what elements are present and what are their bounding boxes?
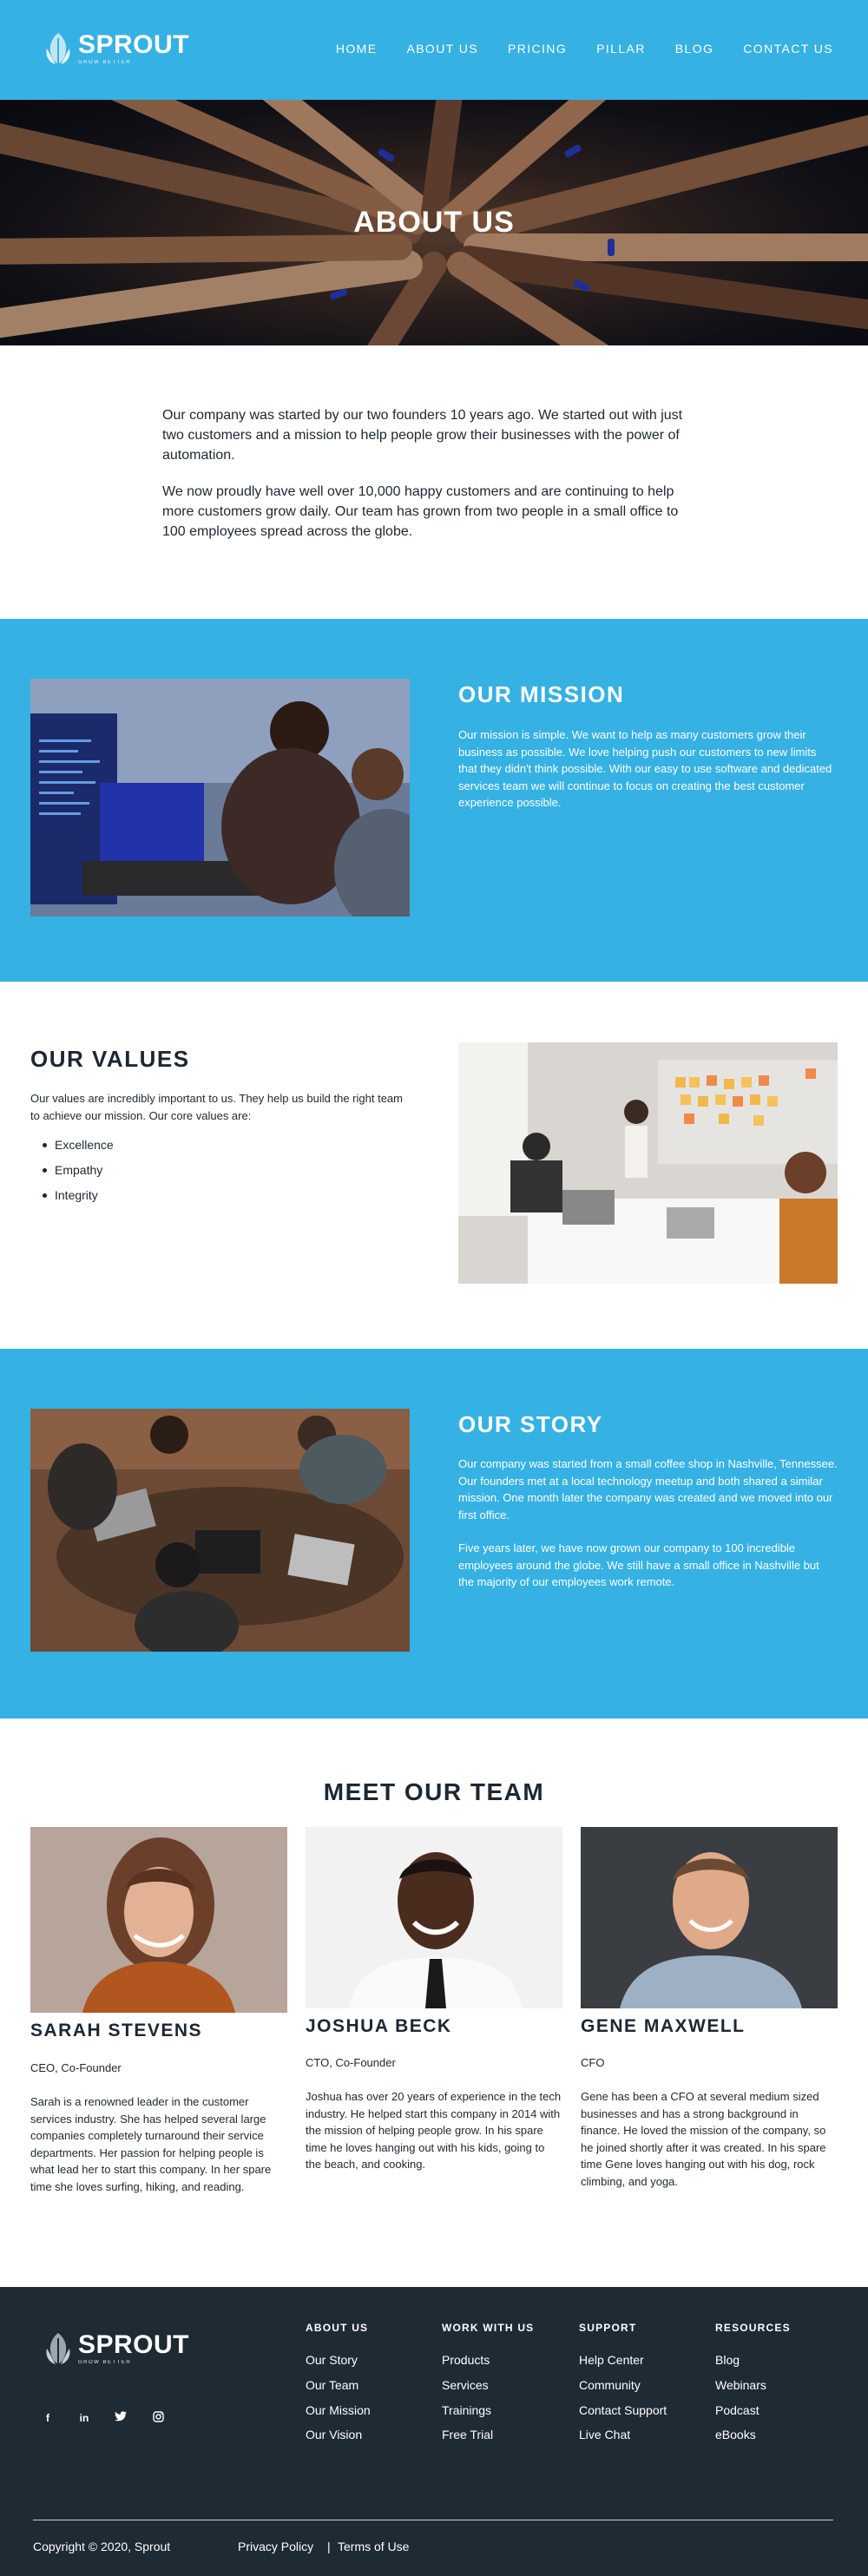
footer-link-our-vision[interactable]: Our Vision: [306, 2428, 362, 2441]
footer-link-trainings[interactable]: Trainings: [442, 2403, 491, 2417]
story-paragraph-1: Our company was started from a small cof…: [458, 1457, 838, 1521]
value-item: Empathy: [43, 1163, 114, 1188]
footer-brand-tagline: GROW BETTER: [78, 2360, 132, 2365]
member-name-gene: GENE MAXWELL: [581, 2016, 746, 2036]
footer-logo[interactable]: SPROUT GROW BETTER: [43, 2330, 189, 2368]
nav-pillar[interactable]: PILLAR: [596, 42, 646, 56]
footer-link-services[interactable]: Services: [442, 2378, 489, 2392]
value-item: Excellence: [43, 1138, 114, 1163]
footer-link-ebooks[interactable]: eBooks: [715, 2428, 756, 2441]
intro-text: Our company was started by our two found…: [162, 405, 705, 558]
footer-link-podcast[interactable]: Podcast: [715, 2403, 760, 2417]
member-role-joshua: CTO, Co-Founder: [306, 2056, 396, 2069]
values-list: Excellence Empathy Integrity: [43, 1138, 114, 1213]
values-text: Our values are incredibly important to u…: [30, 1092, 403, 1122]
footer-link-live-chat[interactable]: Live Chat: [579, 2428, 630, 2441]
footer-link-webinars[interactable]: Webinars: [715, 2378, 766, 2392]
instagram-icon[interactable]: [151, 2411, 165, 2425]
copyright: Copyright © 2020, Sprout: [33, 2540, 171, 2553]
footer-brand-name: SPROUT: [78, 2330, 190, 2359]
footer-link-contact-support[interactable]: Contact Support: [579, 2403, 667, 2417]
mission-title: OUR MISSION: [458, 681, 625, 707]
linkedin-icon[interactable]: in: [77, 2412, 91, 2424]
story-paragraph-2: Five years later, we have now grown our …: [458, 1541, 819, 1588]
intro-paragraph-2: We now proudly have well over 10,000 hap…: [162, 484, 679, 539]
footer-col-title-support: SUPPORT: [579, 2322, 637, 2334]
facebook-icon[interactable]: f: [41, 2412, 55, 2424]
main-nav: HOME ABOUT US PRICING PILLAR BLOG CONTAC…: [306, 42, 833, 56]
nav-contact-us[interactable]: CONTACT US: [743, 42, 833, 56]
hero-title: ABOUT US: [353, 206, 515, 239]
member-bio-gene: Gene has been a CFO at several medium si…: [581, 2090, 826, 2188]
mission-text: Our mission is simple. We want to help a…: [458, 728, 832, 809]
footer-link-products[interactable]: Products: [442, 2353, 490, 2367]
intro-paragraph-1: Our company was started by our two found…: [162, 408, 683, 463]
mission-photo: [30, 679, 410, 917]
footer-separator: |: [327, 2540, 331, 2553]
sprout-leaf-icon: [43, 30, 73, 68]
values-photo: [458, 1042, 838, 1284]
footer-link-our-team[interactable]: Our Team: [306, 2378, 358, 2392]
values-title: OUR VALUES: [30, 1046, 190, 1072]
nav-about-us[interactable]: ABOUT US: [406, 42, 478, 56]
footer-col-title-work: WORK WITH US: [442, 2322, 535, 2334]
story-title: OUR STORY: [458, 1411, 603, 1437]
header-logo[interactable]: SPROUT GROW BETTER: [43, 30, 189, 68]
member-bio-sarah: Sarah is a renowned leader in the custom…: [30, 2095, 272, 2193]
member-name-sarah: SARAH STEVENS: [30, 2021, 203, 2040]
footer-col-title-about: ABOUT US: [306, 2322, 369, 2334]
member-photo-gene: [581, 1827, 838, 2008]
footer-link-our-story[interactable]: Our Story: [306, 2353, 358, 2367]
nav-pricing[interactable]: PRICING: [508, 42, 567, 56]
value-item: Integrity: [43, 1188, 114, 1213]
footer-link-our-mission[interactable]: Our Mission: [306, 2403, 371, 2417]
footer-link-community[interactable]: Community: [579, 2378, 641, 2392]
terms-of-use-link[interactable]: Terms of Use: [338, 2540, 409, 2553]
twitter-icon[interactable]: [114, 2411, 128, 2424]
brand-tagline: GROW BETTER: [78, 60, 132, 65]
footer-link-free-trial[interactable]: Free Trial: [442, 2428, 493, 2441]
sprout-leaf-icon: [43, 2330, 73, 2368]
story-photo: [30, 1409, 410, 1652]
member-photo-joshua: [306, 1827, 562, 2008]
member-bio-joshua: Joshua has over 20 years of experience i…: [306, 2090, 562, 2171]
nav-blog[interactable]: BLOG: [675, 42, 714, 56]
brand-name: SPROUT: [78, 30, 190, 59]
footer-link-blog[interactable]: Blog: [715, 2353, 740, 2367]
nav-home[interactable]: HOME: [336, 42, 378, 56]
member-role-sarah: CEO, Co-Founder: [30, 2061, 122, 2074]
member-role-gene: CFO: [581, 2056, 605, 2069]
footer-link-help-center[interactable]: Help Center: [579, 2353, 644, 2367]
privacy-policy-link[interactable]: Privacy Policy: [238, 2540, 313, 2553]
member-photo-sarah: [30, 1827, 287, 2013]
hero-banner: ABOUT US: [0, 100, 868, 345]
member-name-joshua: JOSHUA BECK: [306, 2016, 452, 2036]
team-title: MEET OUR TEAM: [323, 1778, 545, 1805]
footer-col-title-resources: RESOURCES: [715, 2322, 791, 2334]
site-header: SPROUT GROW BETTER HOME ABOUT US PRICING…: [0, 0, 868, 100]
